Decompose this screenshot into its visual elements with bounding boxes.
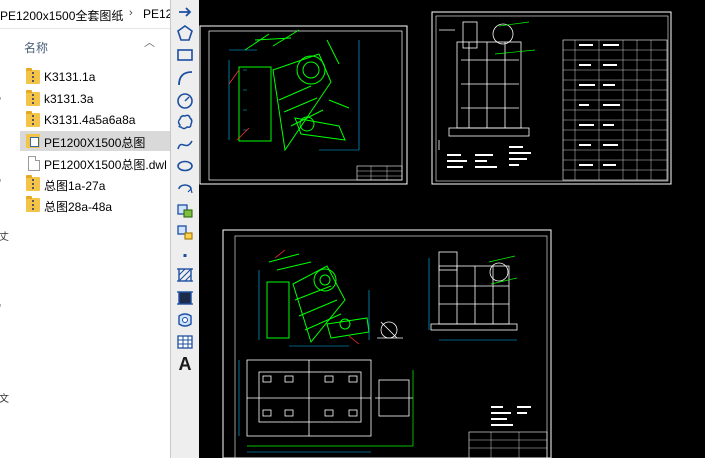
edge-fragment: ‘ [0, 96, 1, 107]
file-name: PE1200X1500总图.dwl [44, 158, 167, 172]
gradient-icon[interactable] [174, 288, 196, 308]
breadcrumb: PE1200x1500全套图纸 › PE12 [0, 0, 170, 29]
ellipse-icon[interactable] [174, 156, 196, 176]
file-name: k3131.3a [44, 92, 94, 106]
breadcrumb-item-subfolder[interactable]: PE12 [143, 7, 170, 21]
table-icon[interactable] [174, 332, 196, 352]
zip-folder-icon [26, 90, 40, 106]
list-item[interactable]: 总图28a-48a [20, 195, 170, 215]
cad-drawing-area [199, 11, 672, 458]
edge-fragment: ‘ [0, 178, 1, 189]
edge-fragment: ‘ [0, 303, 1, 314]
rectangle-icon[interactable] [174, 45, 196, 65]
spline-icon[interactable] [174, 135, 196, 155]
circle-icon[interactable] [174, 91, 196, 111]
undo-arrow-icon[interactable] [174, 2, 196, 22]
list-item[interactable]: K3131.4a5a6a8a [20, 110, 170, 130]
file-name: 总图1a-27a [44, 179, 106, 193]
region-icon[interactable] [174, 310, 196, 330]
list-item-selected[interactable]: PE1200X1500总图 [20, 131, 170, 151]
document-icon [28, 156, 40, 171]
zip-folder-icon [26, 111, 40, 127]
zip-folder-icon [26, 196, 40, 212]
zip-folder-icon [26, 175, 40, 191]
ellipse-arc-icon[interactable] [174, 178, 196, 198]
point-icon[interactable] [174, 243, 196, 263]
drawing-sheet-front-view[interactable] [199, 25, 408, 185]
zip-folder-icon [26, 68, 40, 84]
column-header-label: 名称 [24, 41, 49, 55]
insert-block-icon[interactable] [174, 200, 196, 220]
arc-icon[interactable] [174, 68, 196, 88]
edge-fragment: 文 [0, 394, 9, 405]
list-item[interactable]: k3131.3a [20, 89, 170, 109]
file-name: 总图28a-48a [44, 200, 113, 214]
file-name: K3131.4a5a6a8a [44, 113, 136, 127]
left-edge-fragments: ‘ ‘ 丈 ‘ 文 [0, 58, 9, 458]
cad-folder-icon [26, 134, 40, 148]
cad-model-space[interactable] [199, 0, 705, 458]
file-name: PE1200X1500总图 [44, 136, 146, 150]
list-item[interactable]: 总图1a-27a [20, 174, 170, 194]
list-item[interactable]: PE1200X1500总图.dwl [20, 153, 170, 173]
sort-chevron-up-icon: ︿ [144, 37, 155, 49]
breadcrumb-item-folder[interactable]: PE1200x1500全套图纸 [0, 7, 123, 24]
make-block-icon[interactable] [174, 222, 196, 242]
edge-fragment: 丈 [0, 232, 9, 243]
text-tool-label: A [178, 353, 192, 374]
file-explorer-pane: PE1200x1500全套图纸 › PE12 名称 ︿ ‘ ‘ 丈 ‘ 文 K3… [0, 0, 170, 458]
hatch-icon[interactable] [174, 265, 196, 285]
drawing-sheet-assembly[interactable] [222, 229, 552, 458]
drawing-sheet-side-view[interactable] [431, 11, 672, 185]
draw-toolbar: A [170, 0, 200, 458]
revision-cloud-icon[interactable] [174, 112, 196, 132]
file-name: K3131.1a [44, 70, 96, 84]
breadcrumb-chevron-icon[interactable]: › [129, 7, 133, 19]
list-item[interactable]: K3131.1a [20, 67, 170, 87]
column-header-name[interactable]: 名称 ︿ [0, 28, 170, 58]
polygon-icon[interactable] [174, 23, 196, 43]
multiline-text-icon[interactable]: A [174, 354, 196, 374]
